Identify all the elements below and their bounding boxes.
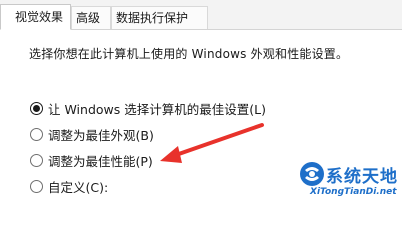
radio-option-let-windows-choose[interactable]: 让 Windows 选择计算机的最佳设置(L)	[30, 98, 266, 118]
watermark-url: XiTongTianDi.net	[310, 187, 397, 197]
radio-button-selected[interactable]	[30, 101, 43, 115]
site-logo-icon	[300, 162, 324, 186]
performance-options-dialog: 视觉效果 高级 数据执行保护 选择你想在此计算机上使用的 Windows 外观和…	[0, 0, 402, 204]
radio-option-best-performance[interactable]: 调整为最佳性能(P)	[30, 150, 153, 170]
tab-visual-effects[interactable]: 视觉效果	[0, 4, 71, 30]
settings-description: 选择你想在此计算机上使用的 Windows 外观和性能设置。	[29, 47, 349, 61]
watermark-title: 系统天地	[326, 167, 398, 187]
radio-button[interactable]	[30, 153, 43, 167]
tab-strip: 视觉效果 高级 数据执行保护	[0, 0, 402, 30]
radio-option-label: 调整为最佳外观(B)	[48, 127, 154, 143]
radio-option-custom[interactable]: 自定义(C):	[30, 176, 108, 196]
tab-data-execution-prevention[interactable]: 数据执行保护	[111, 6, 208, 29]
radio-option-label: 自定义(C):	[48, 179, 109, 195]
radio-button[interactable]	[30, 127, 43, 141]
radio-option-best-appearance[interactable]: 调整为最佳外观(B)	[30, 124, 154, 144]
tab-advanced[interactable]: 高级	[71, 6, 111, 29]
radio-option-label: 让 Windows 选择计算机的最佳设置(L)	[48, 101, 266, 117]
radio-option-label: 调整为最佳性能(P)	[48, 153, 153, 169]
radio-button[interactable]	[30, 179, 43, 193]
site-watermark: 系统天地 XiTongTianDi.net	[298, 160, 398, 202]
